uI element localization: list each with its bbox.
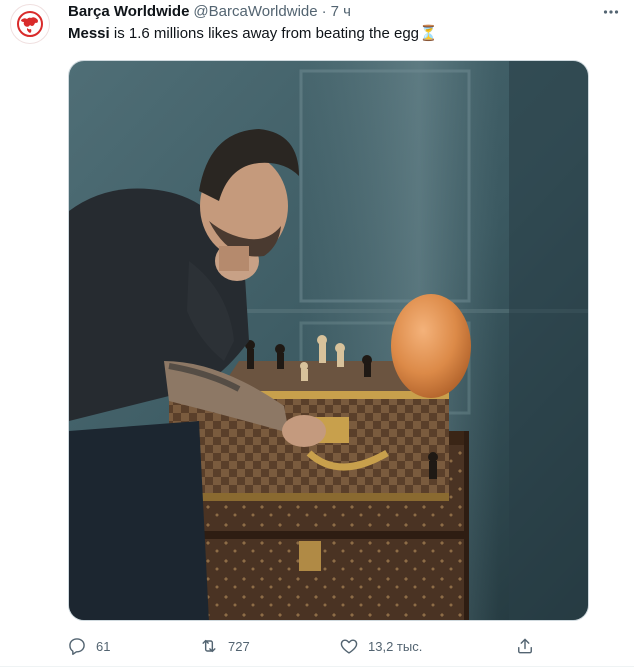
- tweet-text-bold[interactable]: Messi: [68, 25, 110, 42]
- tweet[interactable]: Barça Worldwide @BarcaWorldwide · 7 ч Me…: [0, 0, 634, 667]
- more-horizontal-icon: [603, 10, 619, 14]
- share-icon: [508, 632, 542, 660]
- like-count: 13,2 тыс.: [368, 638, 423, 654]
- reply-button[interactable]: 61: [60, 632, 110, 660]
- separator-dot: ·: [321, 3, 327, 20]
- avatar[interactable]: [10, 4, 50, 44]
- more-button[interactable]: [600, 2, 622, 22]
- tweet-header: Barça Worldwide @BarcaWorldwide · 7 ч: [68, 2, 594, 22]
- like-button[interactable]: 13,2 тыс.: [332, 632, 422, 660]
- hourglass-emoji: ⏳: [419, 25, 438, 42]
- tweet-actions: 61 727 13,2 тыс.: [60, 632, 540, 660]
- retweet-button[interactable]: 727: [192, 632, 250, 660]
- barca-worldwide-logo: [17, 11, 43, 37]
- tweet-text-body: is 1.6 millions likes away from beating …: [109, 25, 420, 42]
- reply-count: 61: [96, 638, 111, 654]
- share-button[interactable]: [508, 632, 542, 660]
- tweet-media-image[interactable]: [68, 60, 589, 621]
- heart-icon: [332, 632, 366, 660]
- timestamp[interactable]: 7 ч: [331, 2, 351, 22]
- retweet-icon: [192, 632, 226, 660]
- reply-icon: [60, 632, 94, 660]
- media-photo: [69, 61, 588, 620]
- retweet-count: 727: [228, 638, 250, 654]
- display-name[interactable]: Barça Worldwide: [68, 2, 189, 22]
- tweet-text: Messi is 1.6 millions likes away from be…: [68, 24, 594, 44]
- user-handle[interactable]: @BarcaWorldwide: [193, 2, 317, 22]
